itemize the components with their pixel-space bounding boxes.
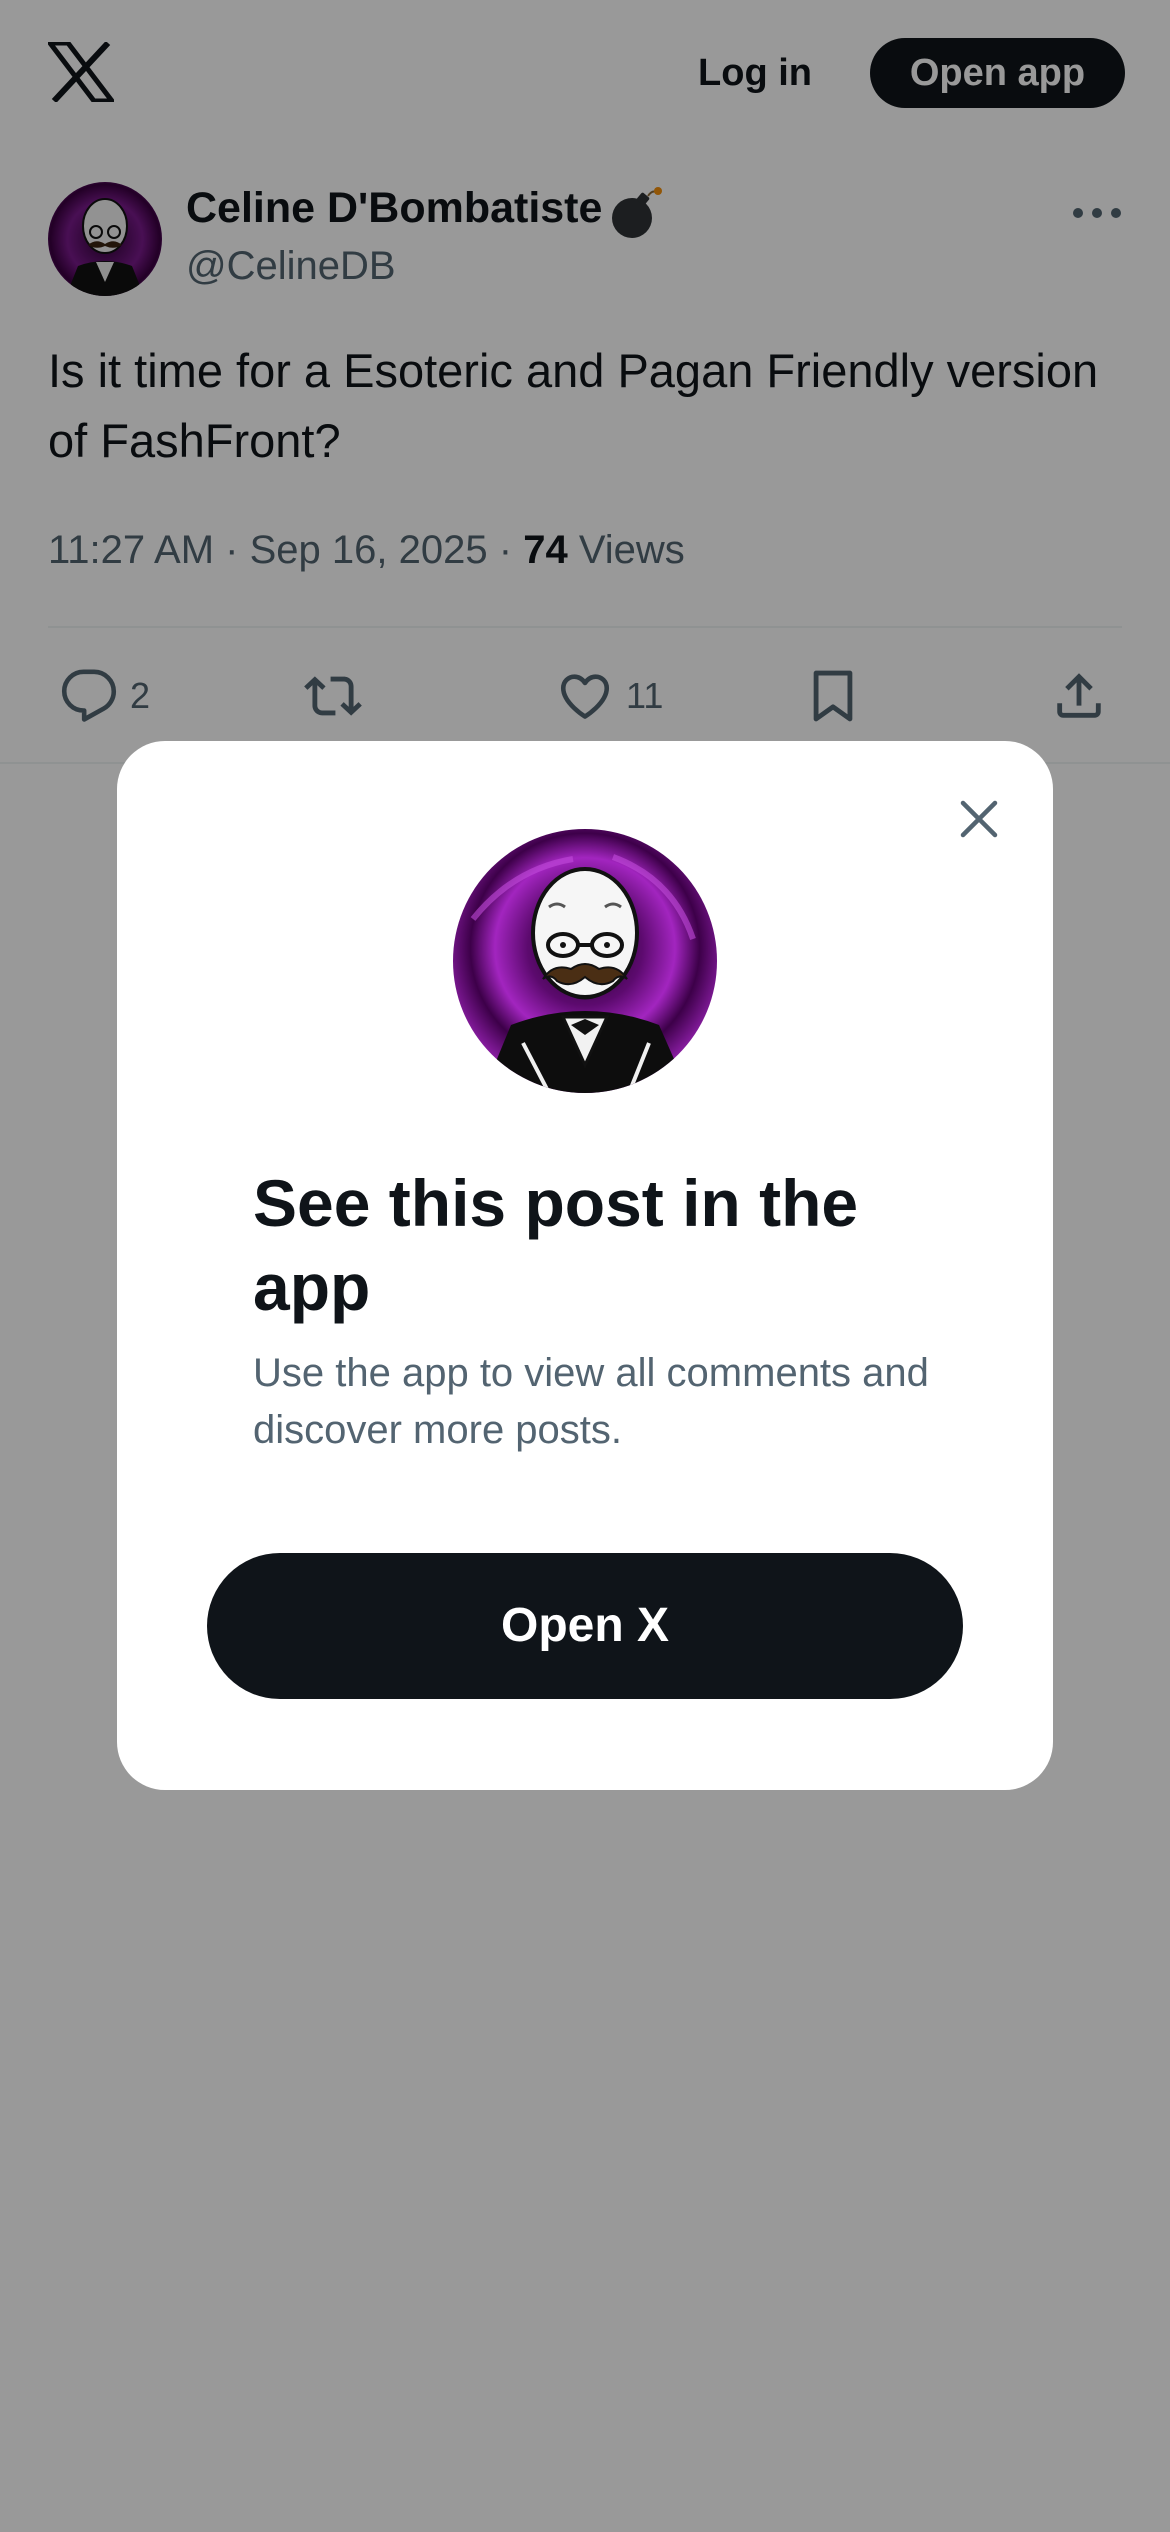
open-in-app-modal: See this post in the app Use the app to …: [117, 741, 1053, 1790]
modal-subtitle: Use the app to view all comments and dis…: [253, 1351, 929, 1452]
open-x-button[interactable]: Open X: [207, 1553, 963, 1699]
close-icon[interactable]: [949, 789, 1009, 849]
author-avatar-large: [453, 829, 717, 1093]
modal-title: See this post in the app: [253, 1166, 859, 1324]
page: Log in Open app Celine D'Bombatiste @Cel…: [0, 0, 1170, 2532]
